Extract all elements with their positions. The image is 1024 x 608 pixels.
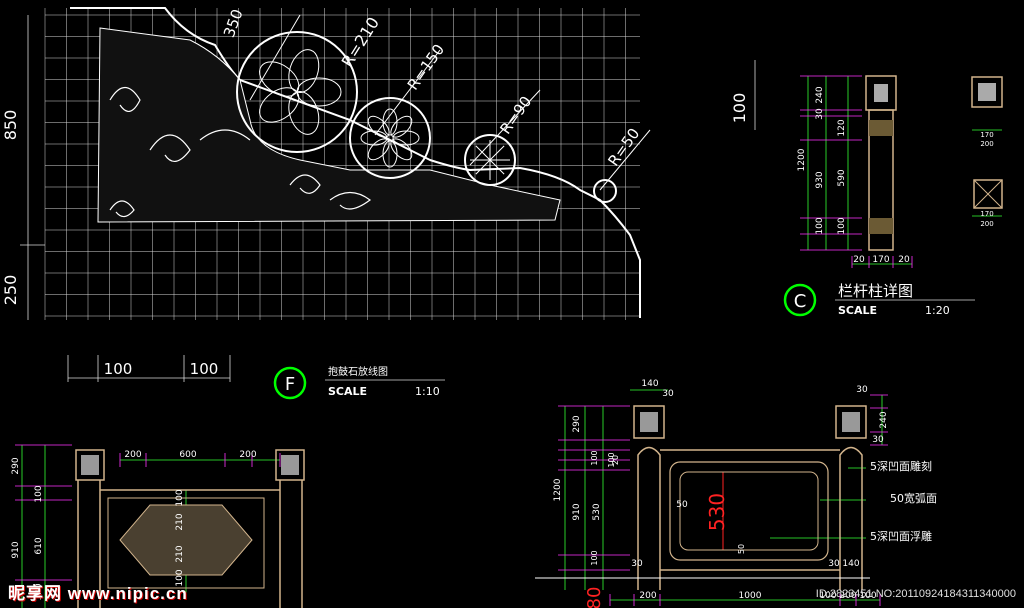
panel-left-hexagon <box>119 504 253 576</box>
column-cap-carving <box>874 84 888 102</box>
column-band <box>869 218 893 234</box>
dim-label: 210 <box>175 545 185 562</box>
dim-label: 910 <box>572 503 582 520</box>
dim-label: 100 <box>590 450 599 465</box>
dim-label: 100 <box>104 360 133 378</box>
dim-label: 170 <box>980 210 993 218</box>
note-label: 50宽弧面 <box>890 491 937 505</box>
dim-label: 200 <box>980 220 993 228</box>
dim-label: 50 <box>737 544 746 554</box>
radius-label: R=210 <box>338 14 383 71</box>
panel-right-frame <box>669 461 829 561</box>
title-letter-c: C <box>794 291 807 312</box>
dim-label: 200 <box>124 450 141 460</box>
dim-label: 240 <box>879 411 889 428</box>
dim-label: 100 <box>34 485 44 502</box>
dim-label: 100 <box>730 93 749 124</box>
panel-right-cap-carving <box>842 412 860 432</box>
dim-label: 530 <box>592 503 602 520</box>
dim-label: 30 <box>815 108 825 120</box>
dim-label: 100 <box>815 217 825 234</box>
dim-label: 350 <box>220 7 247 40</box>
dim-label: 100 <box>190 360 219 378</box>
flower-spoke <box>489 145 505 161</box>
dim-label: 100 <box>590 550 599 565</box>
dim-label: 140 <box>842 559 859 569</box>
title-letter-f: F <box>285 374 295 395</box>
dim-label: 910 <box>11 541 21 558</box>
dim-label: 210 <box>175 513 185 530</box>
dim-label: 170 <box>980 131 993 139</box>
dim-label: 170 <box>872 255 889 265</box>
flower-petal-large <box>288 49 320 93</box>
dim-label: 50 <box>676 500 688 510</box>
title-text-c: 栏杆柱详图 <box>838 282 913 300</box>
scale-label-f: SCALE <box>328 385 367 398</box>
dim-label: 140 <box>641 379 658 389</box>
dim-label: 20 <box>898 255 910 265</box>
radius-label: R=50 <box>604 125 643 170</box>
scale-label-c: SCALE <box>838 304 877 317</box>
dim-label: 850 <box>1 110 20 141</box>
dim-label: 1000 <box>739 591 762 601</box>
panel-left-cap-carving <box>81 455 99 475</box>
dim-label: 200 <box>980 140 993 148</box>
note-label: 5深凹面雕刻 <box>870 459 932 473</box>
dim-label: 610 <box>34 537 44 554</box>
dim-label: 200 <box>639 591 656 601</box>
circle-r150 <box>349 97 431 179</box>
dim-label: 930 <box>815 171 825 188</box>
dim-label: 30 <box>872 435 884 445</box>
radius-leader <box>249 14 301 101</box>
dim-label: 590 <box>837 169 847 186</box>
dim-label: 100 <box>175 489 185 506</box>
dim-label: 1200 <box>797 148 807 171</box>
dim-label: 240 <box>815 86 825 103</box>
flower-petal-medium <box>392 130 420 146</box>
flower-spoke <box>475 145 491 161</box>
dim-label: 100 <box>837 217 847 234</box>
flower-petal-medium <box>390 138 413 161</box>
dim-label-large: 530 <box>705 493 729 531</box>
flower-petal-medium <box>382 140 398 168</box>
column-band <box>869 120 893 136</box>
radius-label: R=90 <box>496 93 535 138</box>
flower-spoke <box>489 159 505 175</box>
dim-label-red: 80 <box>584 587 605 608</box>
dim-label: 20 <box>611 455 620 465</box>
dim-label: 200 <box>239 450 256 460</box>
dim-label: 1200 <box>553 478 563 501</box>
stipple-field <box>97 27 561 223</box>
dim-label: 290 <box>11 457 21 474</box>
dim-label: 250 <box>1 275 20 306</box>
flower-petal-medium <box>390 115 413 138</box>
cad-drawing: R=210 R=150R=90R=50350850250100100 100F抱鼓石… <box>1 7 1003 608</box>
panel-left-cap-carving <box>281 455 299 475</box>
flower-petal-large <box>288 91 320 135</box>
column-cap-small-carving <box>978 83 996 101</box>
title-text-f: 抱鼓石放线图 <box>328 365 388 378</box>
dim-label: 120 <box>837 119 847 136</box>
dim-label: 600 <box>179 450 196 460</box>
scale-value-f: 1:10 <box>415 385 440 398</box>
panel-right-cap-carving <box>640 412 658 432</box>
dim-label: 20 <box>853 255 865 265</box>
dim-label: 30 <box>828 559 840 569</box>
watermark-text: 昵享网 www.nipic.cn <box>8 584 188 603</box>
dim-label: 30 <box>662 389 674 399</box>
dim-label: 30 <box>631 559 643 569</box>
dim-label: 290 <box>572 415 582 432</box>
flower-spoke <box>475 159 491 175</box>
note-label: 5深凹面浮雕 <box>870 529 932 543</box>
watermark-id: ID:2823451 NO:20110924184311340000 <box>815 588 1016 600</box>
dim-label: 30 <box>856 385 868 395</box>
scale-value-c: 1:20 <box>925 304 950 317</box>
